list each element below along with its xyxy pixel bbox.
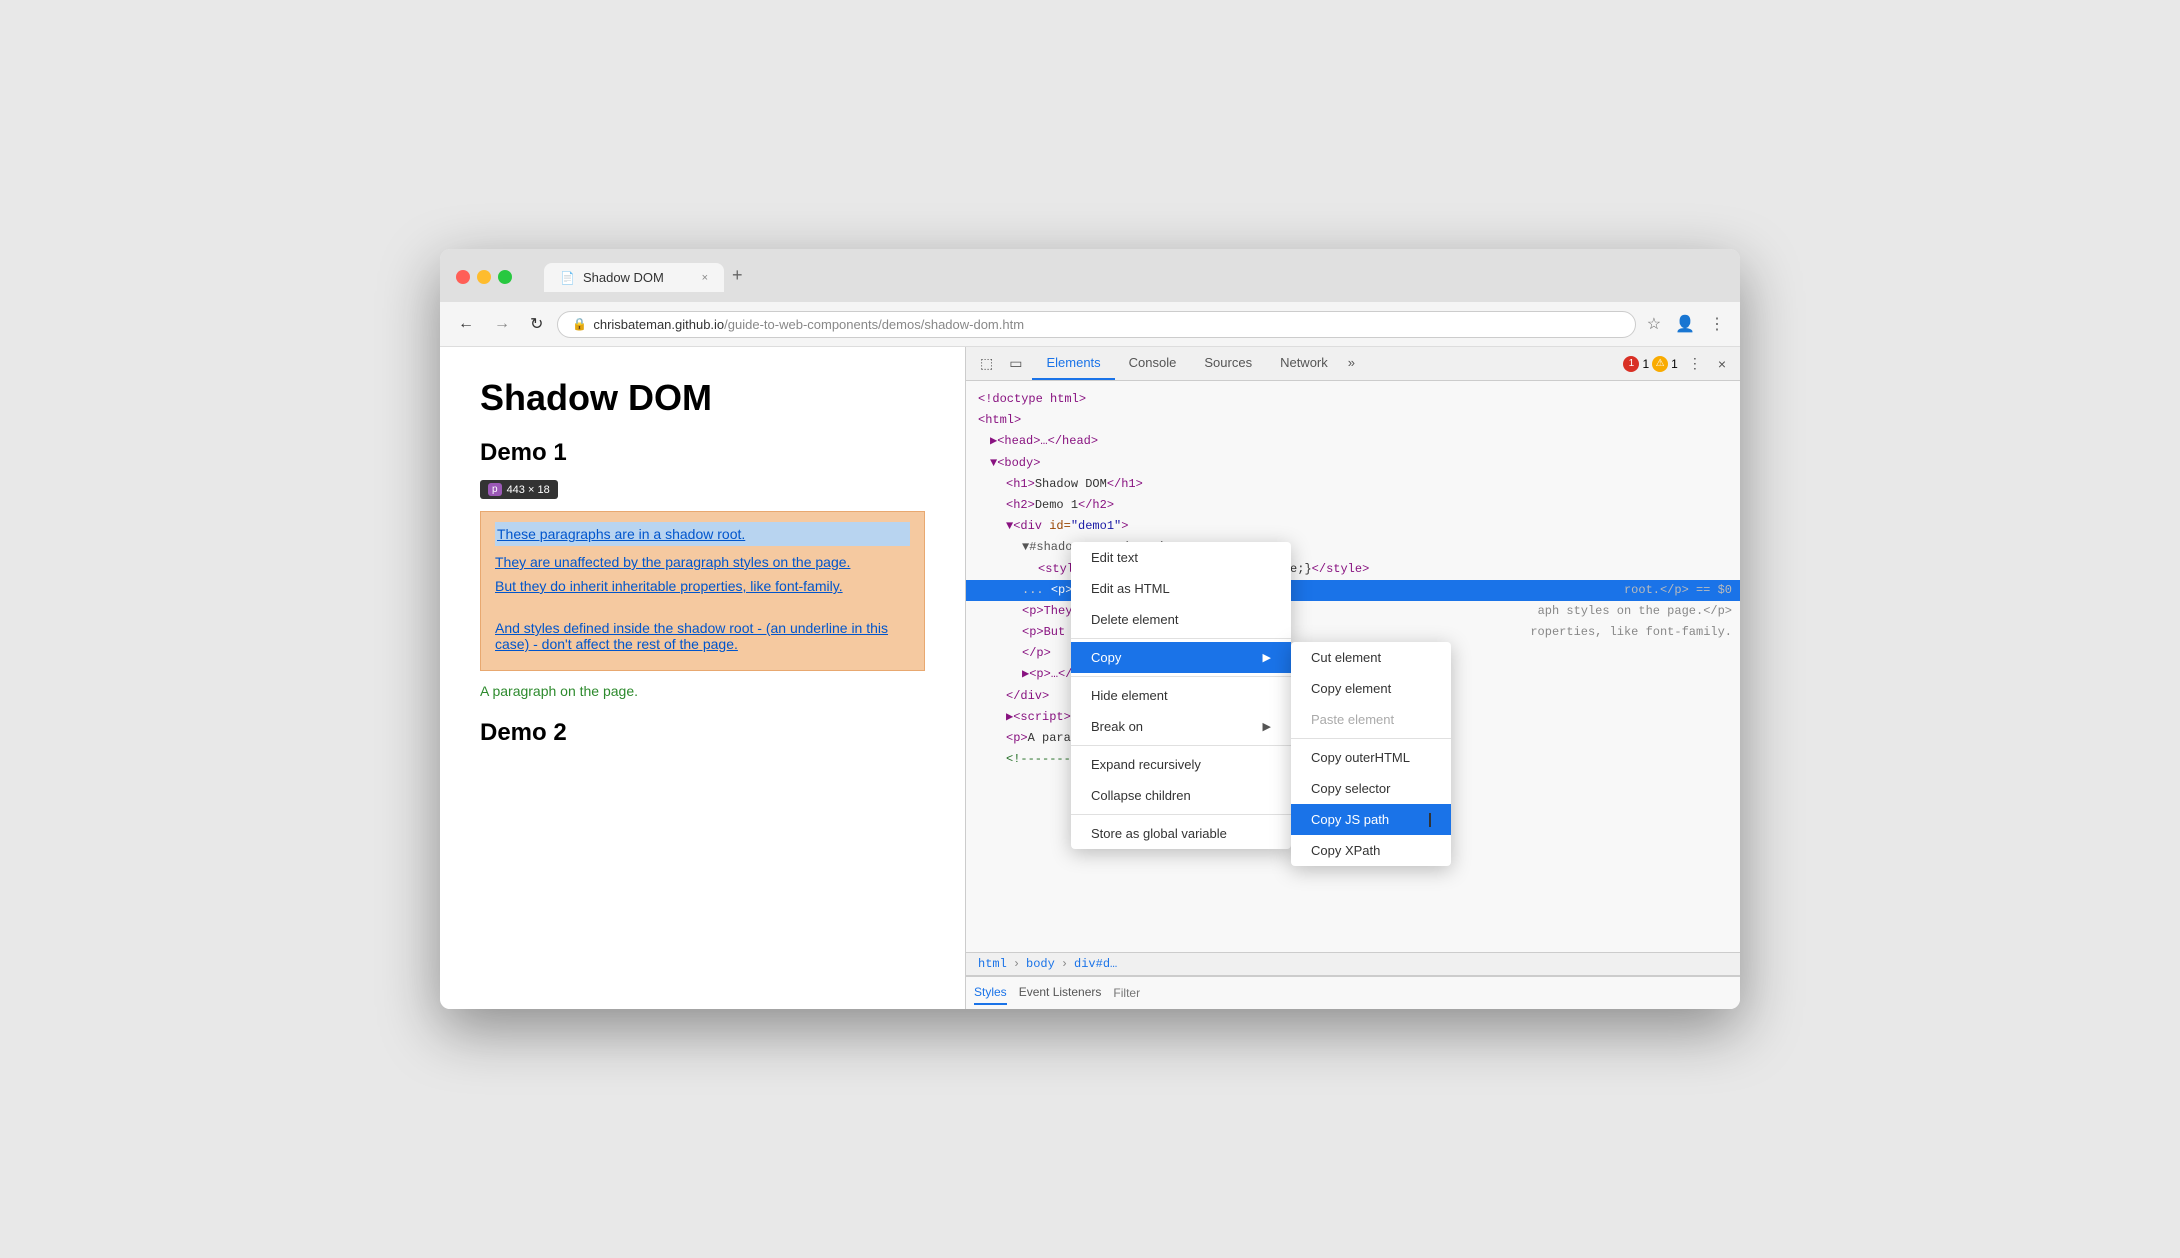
tab-bar: 📄 Shadow DOM × + — [544, 261, 751, 292]
tree-script: ▶<script>…</ — [966, 707, 1740, 728]
tab-sources[interactable]: Sources — [1190, 347, 1266, 380]
filter-input[interactable] — [1113, 986, 1268, 1000]
browser-window: 📄 Shadow DOM × + ← → ↻ 🔒 chrisbateman.gi… — [440, 249, 1740, 1009]
traffic-lights — [456, 270, 512, 284]
tree-div-demo1: ▼<div id="demo1"> — [966, 516, 1740, 537]
tree-h2: <h2>Demo 1</h2> — [966, 495, 1740, 516]
tooltip-badge: p — [488, 483, 502, 496]
tab-close-button[interactable]: × — [702, 272, 708, 284]
new-tab-button[interactable]: + — [724, 261, 751, 290]
nav-actions: ☆ 👤 ⋮ — [1644, 311, 1728, 337]
devtools-tabs: Elements Console Sources Network » — [1032, 347, 1619, 380]
inspect-element-button[interactable]: ⬚ — [974, 347, 999, 380]
element-tooltip: p 443 × 18 — [480, 480, 558, 499]
device-toggle-button[interactable]: ▭ — [1003, 347, 1028, 380]
tree-comment: <!---------- — [966, 749, 1740, 770]
url-path: /guide-to-web-components/demos/shadow-do… — [724, 317, 1024, 332]
tree-div-close: </div> — [966, 686, 1740, 707]
lock-icon: 🔒 — [572, 317, 587, 331]
devtools-close-button[interactable]: × — [1712, 348, 1732, 380]
main-content: Shadow DOM Demo 1 p 443 × 18 These parag… — [440, 347, 1740, 1009]
shadow-box: These paragraphs are in a shadow root. T… — [480, 511, 925, 671]
tree-p-page: <p>A parag… — [966, 728, 1740, 749]
tree-shadow-root: ▼#shadow-root (open) — [966, 537, 1740, 558]
devtools-toolbar: ⬚ ▭ Elements Console Sources Network » 1… — [966, 347, 1740, 381]
breadcrumb-body[interactable]: body — [1026, 957, 1055, 971]
bottom-panel: Styles Event Listeners — [966, 976, 1740, 1009]
browser-tab[interactable]: 📄 Shadow DOM × — [544, 263, 724, 292]
close-button[interactable] — [456, 270, 470, 284]
tree-h1: <h1>Shadow DOM</h1> — [966, 474, 1740, 495]
shadow-para-4: And styles defined inside the shadow roo… — [495, 620, 910, 652]
demo2-heading: Demo 2 — [480, 719, 925, 747]
forward-button[interactable]: → — [488, 311, 516, 337]
address-bar[interactable]: 🔒 chrisbateman.github.io/guide-to-web-co… — [557, 311, 1635, 338]
devtools-right: 1 1 ⚠ 1 ⋮ × — [1623, 347, 1732, 380]
shadow-para-1: These paragraphs are in a shadow root. — [495, 522, 910, 546]
maximize-button[interactable] — [498, 270, 512, 284]
shadow-para-2: They are unaffected by the paragraph sty… — [495, 554, 910, 570]
tree-p-they: <p>They … aph styles on the page.</p> — [966, 601, 1740, 622]
breadcrumb-div[interactable]: div#d… — [1074, 957, 1117, 971]
breadcrumb-bar: html › body › div#d… — [966, 952, 1740, 976]
green-paragraph: A paragraph on the page. — [480, 683, 925, 699]
page-title: Shadow DOM — [480, 377, 925, 419]
tree-body: ▼<body> — [966, 453, 1740, 474]
minimize-button[interactable] — [477, 270, 491, 284]
tree-style: <style>p {text-decoration: underline;}</… — [966, 559, 1740, 580]
title-bar: 📄 Shadow DOM × + — [440, 249, 1740, 302]
tab-title: Shadow DOM — [583, 270, 664, 285]
tree-doctype: <!doctype html> — [966, 389, 1740, 410]
tree-p-more: ▶<p>…</p> — [966, 664, 1740, 685]
tab-event-listeners[interactable]: Event Listeners — [1019, 981, 1102, 1005]
tree-html: <html> — [966, 410, 1740, 431]
breadcrumb-html[interactable]: html — [978, 957, 1007, 971]
more-tabs-button[interactable]: » — [1342, 347, 1361, 380]
tree-p-but: <p>But i… roperties, like font-family. — [966, 622, 1740, 643]
bc-sep-2: › — [1061, 957, 1068, 971]
error-count: 1 — [1642, 357, 1649, 371]
tab-elements[interactable]: Elements — [1032, 347, 1114, 380]
back-button[interactable]: ← — [452, 311, 480, 337]
error-group: 1 1 ⚠ 1 — [1623, 356, 1677, 372]
bookmark-button[interactable]: ☆ — [1644, 311, 1664, 337]
tooltip-size: 443 × 18 — [507, 484, 550, 496]
error-badge: 1 — [1623, 356, 1639, 372]
tab-console[interactable]: Console — [1115, 347, 1191, 380]
url-text: chrisbateman.github.io/guide-to-web-comp… — [593, 317, 1620, 332]
bc-sep-1: › — [1013, 957, 1020, 971]
warning-count: 1 — [1671, 357, 1678, 371]
devtools-panel: ⬚ ▭ Elements Console Sources Network » 1… — [965, 347, 1740, 1009]
demo1-heading: Demo 1 — [480, 439, 925, 467]
shadow-para-3: But they do inherit inheritable properti… — [495, 578, 910, 594]
nav-bar: ← → ↻ 🔒 chrisbateman.github.io/guide-to-… — [440, 302, 1740, 347]
tree-head: ▶<head>…</head> — [966, 431, 1740, 452]
elements-tree: <!doctype html> <html> ▶<head>…</head> ▼… — [966, 381, 1740, 952]
tree-p-selected[interactable]: ... <p>Thes root.</p> == $0 — [966, 580, 1740, 601]
reload-button[interactable]: ↻ — [524, 310, 549, 338]
warning-badge: ⚠ — [1652, 356, 1668, 372]
devtools-more-button[interactable]: ⋮ — [1682, 347, 1708, 380]
tab-icon: 📄 — [560, 271, 575, 285]
tab-styles[interactable]: Styles — [974, 981, 1007, 1005]
tree-p-close: </p> — [966, 643, 1740, 664]
avatar-button[interactable]: 👤 — [1672, 311, 1698, 337]
tab-network[interactable]: Network — [1266, 347, 1342, 380]
page-content: Shadow DOM Demo 1 p 443 × 18 These parag… — [440, 347, 965, 1009]
more-button[interactable]: ⋮ — [1706, 311, 1728, 337]
url-host: chrisbateman.github.io — [593, 317, 724, 332]
